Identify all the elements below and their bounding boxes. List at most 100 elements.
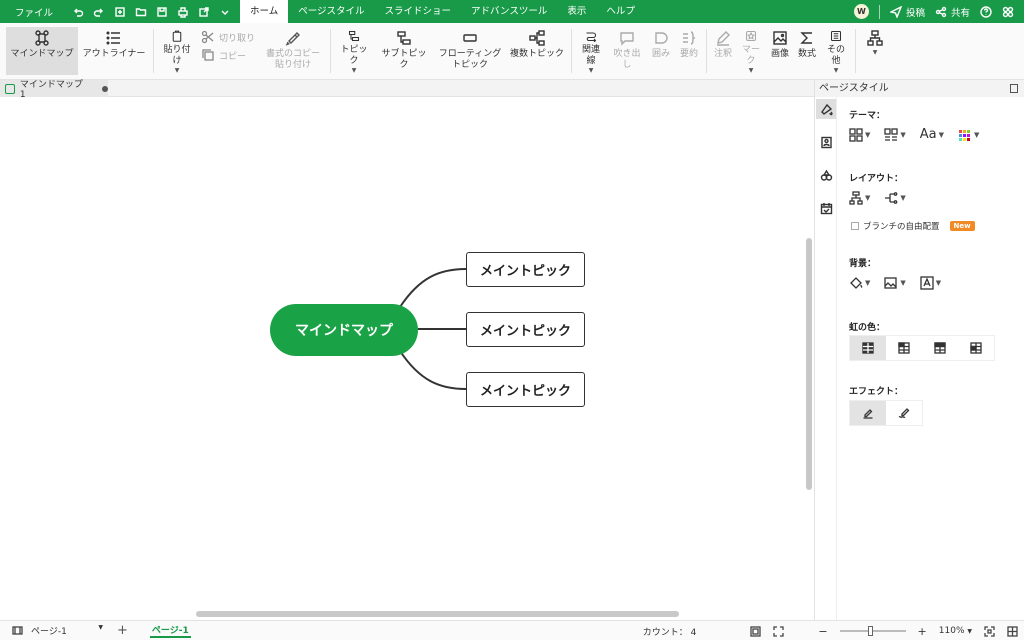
boundary-label: 囲み: [652, 49, 671, 59]
rainbow-option-3[interactable]: [922, 336, 958, 360]
rainbow-option-1[interactable]: [850, 336, 886, 360]
background-image-icon: [884, 277, 898, 289]
image-button[interactable]: 画像: [766, 27, 794, 75]
main-topic-2[interactable]: メイントピック: [466, 312, 585, 347]
zoom-in-icon[interactable]: +: [918, 625, 927, 638]
panel-toggle-icon[interactable]: [1007, 625, 1018, 637]
menu-slideshow[interactable]: スライドショー: [375, 0, 462, 23]
boundary-button[interactable]: 囲み: [647, 27, 675, 75]
help-button[interactable]: [980, 5, 992, 18]
vertical-scrollbar[interactable]: [806, 238, 812, 490]
multi-topic-button[interactable]: 複数トピック: [506, 27, 568, 75]
outliner-button[interactable]: アウトライナー: [78, 27, 150, 75]
format-painter-button[interactable]: 書式のコピー 貼り付け: [259, 27, 327, 75]
print-icon[interactable]: [173, 2, 192, 21]
chevron-down-icon: ▼: [872, 49, 878, 56]
new-badge: New: [949, 221, 975, 231]
document-tab[interactable]: マインドマップ1: [0, 80, 108, 100]
color-palette-icon: [959, 129, 971, 141]
main-topic-1[interactable]: メイントピック: [466, 252, 585, 287]
format-tab-icon[interactable]: [816, 132, 836, 152]
formula-button[interactable]: 数式: [794, 27, 820, 75]
save-icon[interactable]: [152, 2, 171, 21]
shapes-tab-icon[interactable]: [816, 165, 836, 185]
note-label: 注釈: [714, 49, 733, 59]
document-tab-bar: マインドマップ1: [0, 80, 814, 100]
user-avatar[interactable]: W: [853, 4, 869, 19]
other-button[interactable]: その他 ▼: [820, 27, 852, 75]
floating-topic-button[interactable]: フローティング トピック: [434, 27, 506, 75]
layout-button[interactable]: ▼: [859, 27, 891, 75]
new-file-icon[interactable]: [110, 2, 129, 21]
effect-option-1[interactable]: [850, 401, 886, 425]
page-style-tab-icon[interactable]: [816, 99, 836, 119]
export-icon[interactable]: [194, 2, 213, 21]
fit-page-icon[interactable]: [750, 625, 761, 637]
effect-option-2[interactable]: [886, 401, 922, 425]
theme-color-dropdown[interactable]: ▼: [884, 127, 906, 142]
zoom-out-icon[interactable]: −: [818, 625, 827, 638]
task-tab-icon[interactable]: [816, 198, 836, 218]
customize-dropdown-icon[interactable]: [215, 2, 234, 21]
rainbow-option-4[interactable]: [958, 336, 994, 360]
paste-button[interactable]: 貼り付け ▼: [157, 27, 197, 75]
table-icon: [898, 342, 910, 354]
note-button[interactable]: 注釈: [710, 27, 736, 75]
main-topic-3[interactable]: メイントピック: [466, 372, 585, 407]
page-tab-active[interactable]: ページ-1: [149, 623, 191, 638]
zoom-slider-knob[interactable]: [867, 626, 873, 636]
callout-button[interactable]: 吹き出し: [607, 27, 647, 75]
menu-view[interactable]: 表示: [557, 0, 596, 23]
summary-label: 要約: [680, 49, 699, 59]
mark-button[interactable]: マーク ▼: [736, 27, 766, 75]
panel-title: ページスタイル: [815, 80, 1024, 97]
horizontal-scrollbar[interactable]: [196, 611, 679, 617]
color-scheme-dropdown[interactable]: ▼: [958, 128, 979, 142]
rainbow-option-2[interactable]: [886, 336, 922, 360]
scissors-icon: [201, 30, 214, 44]
pencil-icon: [717, 31, 731, 46]
theme-font-dropdown[interactable]: Aa ▼: [920, 127, 944, 142]
pin-icon[interactable]: [1010, 84, 1018, 93]
free-branch-option[interactable]: ブランチの自由配置 New: [851, 220, 975, 232]
redo-icon[interactable]: [89, 2, 108, 21]
page-select[interactable]: ページ-1 ▼: [31, 624, 103, 637]
zoom-slider[interactable]: [839, 626, 906, 636]
add-page-icon[interactable]: +: [117, 623, 128, 638]
menu-file[interactable]: ファイル: [0, 5, 68, 19]
topic-button[interactable]: トピック ▼: [334, 27, 374, 75]
send-icon: [889, 5, 902, 18]
zoom-level[interactable]: 110% ▼: [939, 626, 972, 636]
cut-button[interactable]: 切り取り: [201, 30, 255, 44]
open-folder-icon[interactable]: [131, 2, 150, 21]
share-button[interactable]: 共有: [935, 5, 970, 19]
copy-button[interactable]: コピー: [201, 48, 255, 62]
connector-style-dropdown[interactable]: ▼: [884, 191, 906, 205]
post-button[interactable]: 投稿: [889, 5, 925, 19]
background-fill-dropdown[interactable]: ▼: [849, 276, 870, 290]
formula-label: 数式: [798, 49, 817, 59]
watermark-dropdown[interactable]: ▼: [920, 276, 941, 290]
mindmap-canvas[interactable]: マインドマップ メイントピック メイントピック メイントピック: [0, 97, 814, 620]
layout-structure-dropdown[interactable]: ▼: [849, 191, 870, 205]
menu-page-style[interactable]: ページスタイル: [288, 0, 374, 23]
summary-button[interactable]: 要約: [675, 27, 703, 75]
fit-window-icon[interactable]: [984, 625, 995, 637]
handdrawn-pen-icon: [898, 408, 910, 418]
central-topic[interactable]: マインドマップ: [270, 304, 418, 356]
apps-button[interactable]: [1002, 6, 1014, 18]
background-image-dropdown[interactable]: ▼: [884, 276, 906, 290]
mindmap-mode-button[interactable]: マインドマップ: [6, 27, 78, 75]
menu-help[interactable]: ヘルプ: [596, 0, 645, 23]
subtopic-button[interactable]: サブトピック: [374, 27, 434, 75]
theme-style-dropdown[interactable]: ▼: [849, 127, 870, 142]
relation-button[interactable]: 関連線 ▼: [575, 27, 607, 75]
undo-icon[interactable]: [68, 2, 87, 21]
page-panel-icon[interactable]: [12, 625, 23, 636]
menu-home[interactable]: ホーム: [240, 0, 289, 23]
free-branch-checkbox[interactable]: [851, 222, 859, 230]
menu-advanced-tools[interactable]: アドバンスツール: [461, 0, 557, 23]
table-icon: [970, 342, 982, 354]
boundary-icon: [655, 32, 668, 44]
fullscreen-icon[interactable]: [773, 625, 784, 637]
